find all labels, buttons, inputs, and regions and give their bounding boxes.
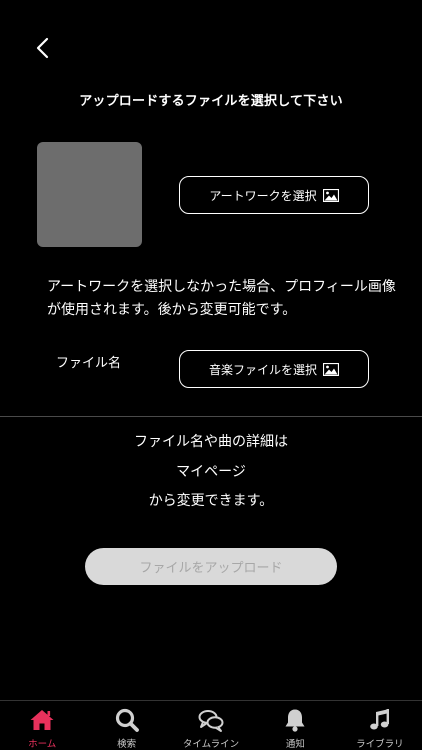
artwork-note: アートワークを選択しなかった場合、プロフィール画像が使用されます。後から変更可能… bbox=[47, 279, 396, 318]
select-artwork-label: アートワークを選択 bbox=[209, 188, 317, 203]
back-button[interactable] bbox=[30, 34, 58, 62]
tab-bar: ホーム 検索 タイムライン 通知 ライブラリ bbox=[0, 700, 422, 750]
chevron-left-icon bbox=[36, 37, 49, 59]
tab-label: 通知 bbox=[285, 739, 305, 750]
tab-home[interactable]: ホーム bbox=[0, 701, 84, 750]
tab-timeline[interactable]: タイムライン bbox=[169, 701, 253, 750]
select-music-file-label: 音楽ファイルを選択 bbox=[208, 362, 317, 377]
home-icon bbox=[30, 710, 54, 730]
chat-bubbles-icon bbox=[198, 710, 224, 732]
file-name-label: ファイル名 bbox=[56, 356, 122, 371]
image-icon bbox=[323, 362, 339, 376]
select-music-file-button[interactable]: 音楽ファイルを選択 bbox=[179, 350, 369, 388]
info-line: ファイル名や曲の詳細は bbox=[134, 434, 288, 450]
upload-file-button[interactable]: ファイルをアップロード bbox=[85, 548, 337, 585]
image-icon bbox=[322, 188, 339, 202]
tab-library[interactable]: ライブラリ bbox=[338, 701, 422, 750]
info-line: マイページ bbox=[176, 463, 246, 480]
select-artwork-button[interactable]: アートワークを選択 bbox=[179, 176, 369, 214]
tab-label: 検索 bbox=[117, 739, 137, 750]
info-line: から変更できます。 bbox=[148, 493, 274, 509]
search-icon bbox=[115, 708, 139, 732]
bell-icon bbox=[285, 709, 305, 732]
tab-search[interactable]: 検索 bbox=[84, 701, 168, 750]
tab-notifications[interactable]: 通知 bbox=[253, 701, 337, 750]
divider bbox=[0, 416, 422, 417]
artwork-preview bbox=[37, 142, 142, 247]
music-note-icon bbox=[370, 709, 389, 730]
page-title: アップロードするファイルを選択して下さい bbox=[79, 94, 343, 109]
info-text: ファイル名や曲の詳細は マイページ から変更できます。 bbox=[0, 432, 422, 521]
tab-label: ホーム bbox=[28, 739, 57, 750]
tab-label: ライブラリ bbox=[356, 739, 404, 750]
tab-label: タイムライン bbox=[182, 739, 240, 750]
